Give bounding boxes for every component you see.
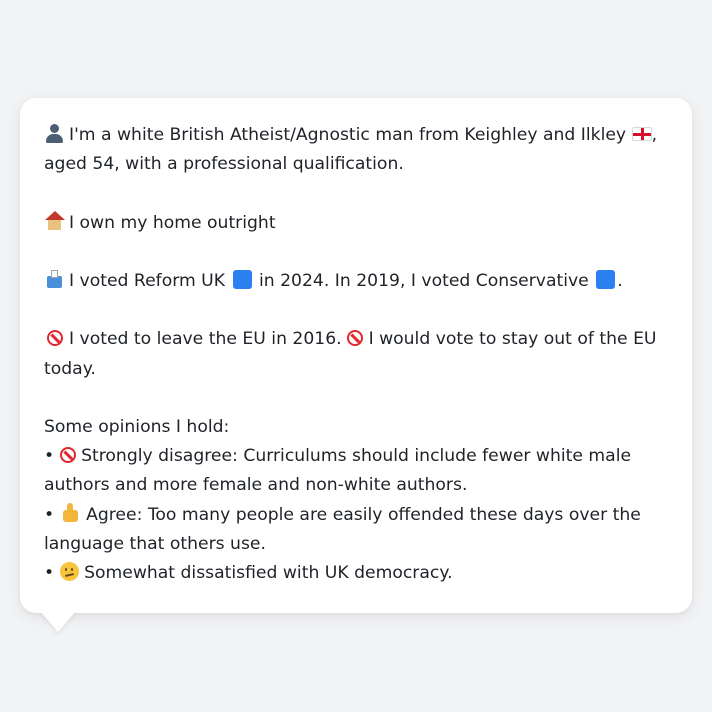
no-entry-icon: [59, 442, 76, 471]
home-text: I own my home outright: [69, 212, 276, 233]
no-entry-icon: [44, 325, 65, 354]
speech-bubble-tail: [40, 611, 76, 632]
confused-face-icon: [59, 559, 79, 588]
england-flag-icon: [631, 127, 652, 141]
thumbs-up-icon: [60, 501, 81, 530]
bust-in-silhouette-icon: [44, 121, 65, 150]
opinion-text: Agree: Too many people are easily offend…: [44, 504, 641, 554]
reform-uk-blue-square-icon: [232, 269, 252, 289]
vote-line: I voted Reform UK in 2024. In 2019, I vo…: [44, 267, 672, 296]
house-icon: [44, 209, 65, 238]
opinion-text: Somewhat dissatisfied with UK democracy.: [84, 562, 453, 583]
opinion-item: • Strongly disagree: Curriculums should …: [44, 442, 672, 500]
bullet: •: [44, 562, 55, 583]
bullet: •: [44, 446, 55, 467]
identity-text-a: I'm a white British Atheist/Agnostic man…: [69, 125, 627, 145]
bullet: •: [44, 504, 55, 525]
opinion-text: Strongly disagree: Curriculums should in…: [44, 446, 632, 496]
eu-text-a: I voted to leave the EU in 2016.: [69, 329, 342, 350]
vote-text-a: I voted Reform UK: [69, 270, 226, 291]
eu-line: I voted to leave the EU in 2016. I would…: [44, 325, 672, 383]
opinion-item: • Somewhat dissatisfied with UK democrac…: [44, 559, 672, 588]
vote-text-c: .: [617, 270, 623, 291]
vote-text-b: in 2024. In 2019, I voted Conservative: [258, 270, 589, 291]
identity-line: I'm a white British Atheist/Agnostic man…: [44, 121, 672, 179]
home-line: I own my home outright: [44, 209, 672, 238]
profile-card: I'm a white British Atheist/Agnostic man…: [20, 98, 692, 613]
opinions-heading: Some opinions I hold:: [44, 416, 230, 437]
no-entry-icon: [347, 325, 364, 354]
opinion-item: • Agree: Too many people are easily offe…: [44, 501, 672, 559]
conservative-blue-square-icon: [596, 269, 616, 289]
ballot-box-icon: [44, 267, 65, 296]
